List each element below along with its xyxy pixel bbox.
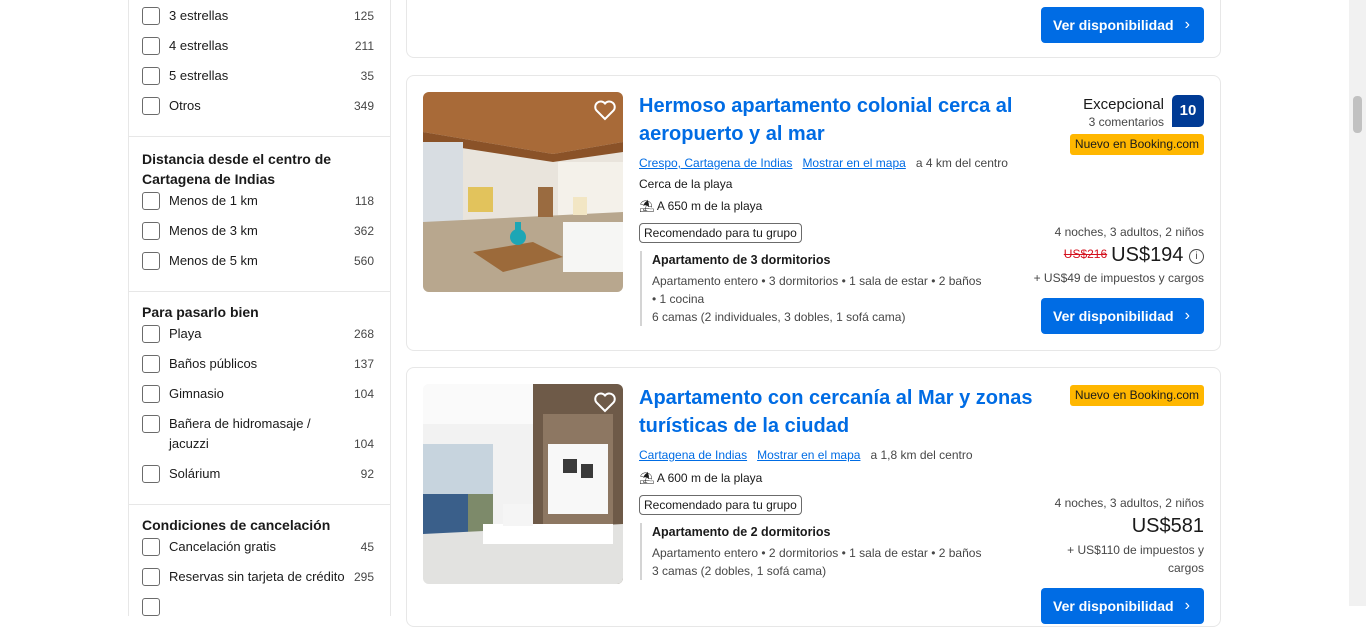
unit-desc: Apartamento entero • 3 dormitorios • 1 s… xyxy=(652,274,982,288)
unit-beds: 6 camas (2 individuales, 3 dobles, 1 sof… xyxy=(652,310,906,324)
filter-option[interactable]: 4 estrellas 211 xyxy=(129,36,390,66)
old-price: US$216 xyxy=(1063,247,1108,261)
filter-option[interactable]: Playa 268 xyxy=(129,324,390,354)
filter-option[interactable]: Gimnasio 104 xyxy=(129,384,390,414)
availability-button[interactable]: Ver disponibilidad › xyxy=(1041,298,1204,334)
rating-word: Excepcional xyxy=(1083,96,1164,113)
chevron-right-icon: › xyxy=(1184,597,1190,614)
chevron-right-icon: › xyxy=(1184,16,1190,33)
taxes-text: + US$49 de impuestos y cargos xyxy=(1033,271,1204,285)
filter-section-distance: Distancia desde el centro de Cartagena d… xyxy=(129,137,390,292)
unit-details: Apartamento de 3 dormitorios Apartamento… xyxy=(640,251,987,326)
checkbox[interactable] xyxy=(142,252,160,270)
price: US$581 xyxy=(1131,515,1204,537)
beach-icon: ⛱ xyxy=(639,471,655,485)
unit-details: Apartamento de 2 dormitorios Apartamento… xyxy=(640,523,987,580)
filter-section-fun: Para pasarlo bien Playa 268 Baños público… xyxy=(129,292,390,505)
beach-icon: ⛱ xyxy=(639,199,655,213)
property-card-previous: Ver disponibilidad › xyxy=(406,0,1221,58)
filter-section-title: Distancia desde el centro de Cartagena d… xyxy=(142,151,332,187)
beach-distance: ⛱ A 600 m de la playa xyxy=(639,471,763,485)
room-photo xyxy=(423,384,623,584)
filter-option[interactable]: Otros 349 xyxy=(129,96,390,126)
checkbox[interactable] xyxy=(142,37,160,55)
property-title[interactable]: Apartamento con cercanía al Mar y zonas … xyxy=(639,384,1039,440)
new-badge: Nuevo en Booking.com xyxy=(1069,385,1204,406)
area-link[interactable]: Cartagena de Indias xyxy=(639,448,747,462)
distance-text: a 1,8 km del centro xyxy=(870,448,973,462)
checkbox[interactable] xyxy=(142,385,160,403)
filter-option[interactable]: Menos de 5 km 560 xyxy=(129,251,390,281)
filter-section-cancellation: Condiciones de cancelación Cancelación g… xyxy=(129,505,390,637)
checkbox[interactable] xyxy=(142,415,160,433)
chevron-right-icon: › xyxy=(1184,307,1190,324)
checkbox[interactable] xyxy=(142,538,160,556)
location-line: Crespo, Cartagena de Indias Mostrar en el… xyxy=(639,155,1008,171)
filter-option[interactable]: 5 estrellas 35 xyxy=(129,66,390,96)
unit-desc: • 1 cocina xyxy=(652,292,705,306)
filter-section-title: Condiciones de cancelación xyxy=(142,517,331,533)
property-title[interactable]: Hermoso apartamento colonial cerca al ae… xyxy=(639,92,1039,148)
checkbox[interactable] xyxy=(142,598,160,616)
stay-summary: 4 noches, 3 adultos, 2 niños xyxy=(1054,496,1204,510)
unit-beds: 3 camas (2 dobles, 1 sofá cama) xyxy=(652,564,827,578)
review-count: 3 comentarios xyxy=(1088,115,1164,129)
property-photo[interactable] xyxy=(423,92,623,292)
unit-name: Apartamento de 3 dormitorios xyxy=(652,253,831,267)
scrollbar[interactable] xyxy=(1349,0,1366,606)
location-line: Cartagena de Indias Mostrar en el mapa a 1… xyxy=(639,447,973,463)
filter-option[interactable]: Reservas sin tarjeta de crédito 295 xyxy=(129,567,390,597)
filter-option[interactable]: Menos de 1 km 118 xyxy=(129,191,390,221)
checkbox[interactable] xyxy=(142,97,160,115)
filter-option[interactable] xyxy=(129,597,390,627)
availability-button[interactable]: Ver disponibilidad › xyxy=(1041,588,1204,624)
filters-sidebar: 3 estrellas 125 4 estrellas 211 5 estrella… xyxy=(128,0,391,616)
filter-section-title: Para pasarlo bien xyxy=(142,304,259,320)
checkbox[interactable] xyxy=(142,465,160,483)
heart-icon[interactable] xyxy=(593,98,617,122)
distance-text: a 4 km del centro xyxy=(915,156,1008,170)
stay-summary: 4 noches, 3 adultos, 2 niños xyxy=(1054,225,1204,239)
taxes-text: + US$110 de impuestos y cargos xyxy=(1067,543,1204,575)
near-beach-text: Cerca de la playa xyxy=(639,177,733,191)
filter-option[interactable]: 3 estrellas 125 xyxy=(129,6,390,36)
unit-desc: Apartamento entero • 2 dormitorios • 1 s… xyxy=(652,546,982,560)
checkbox[interactable] xyxy=(142,325,160,343)
checkbox[interactable] xyxy=(142,192,160,210)
filter-option[interactable]: Menos de 3 km 362 xyxy=(129,221,390,251)
unit-name: Apartamento de 2 dormitorios xyxy=(652,525,831,539)
scrollbar-thumb[interactable] xyxy=(1353,96,1362,133)
filter-option[interactable]: Cancelación gratis 45 xyxy=(129,537,390,567)
filter-option[interactable]: Solárium 92 xyxy=(129,464,390,494)
recommended-badge: Recomendado para tu grupo xyxy=(639,495,802,515)
filter-option[interactable]: Baños públicos 137 xyxy=(129,354,390,384)
heart-icon[interactable] xyxy=(593,390,617,414)
checkbox[interactable] xyxy=(142,7,160,25)
property-card: Apartamento con cercanía al Mar y zonas … xyxy=(406,367,1221,627)
property-photo[interactable] xyxy=(423,384,623,584)
price: US$216 US$194 i xyxy=(1064,244,1204,267)
checkbox[interactable] xyxy=(142,568,160,586)
property-card: Hermoso apartamento colonial cerca al ae… xyxy=(406,75,1221,351)
recommended-badge: Recomendado para tu grupo xyxy=(639,223,802,243)
area-link[interactable]: Crespo, Cartagena de Indias xyxy=(639,156,792,170)
map-link[interactable]: Mostrar en el mapa xyxy=(802,156,905,170)
room-photo xyxy=(423,92,623,292)
review-score: 10 xyxy=(1172,95,1204,127)
filter-option[interactable]: Bañera de hidromasaje / jacuzzi 104 xyxy=(129,414,390,464)
filter-section-stars: 3 estrellas 125 4 estrellas 211 5 estrella… xyxy=(129,0,390,137)
beach-distance: ⛱ A 650 m de la playa xyxy=(639,199,763,213)
info-icon[interactable]: i xyxy=(1189,249,1204,264)
checkbox[interactable] xyxy=(142,355,160,373)
new-badge: Nuevo en Booking.com xyxy=(1069,134,1204,155)
checkbox[interactable] xyxy=(142,67,160,85)
checkbox[interactable] xyxy=(142,222,160,240)
map-link[interactable]: Mostrar en el mapa xyxy=(757,448,860,462)
availability-button[interactable]: Ver disponibilidad › xyxy=(1041,7,1204,43)
